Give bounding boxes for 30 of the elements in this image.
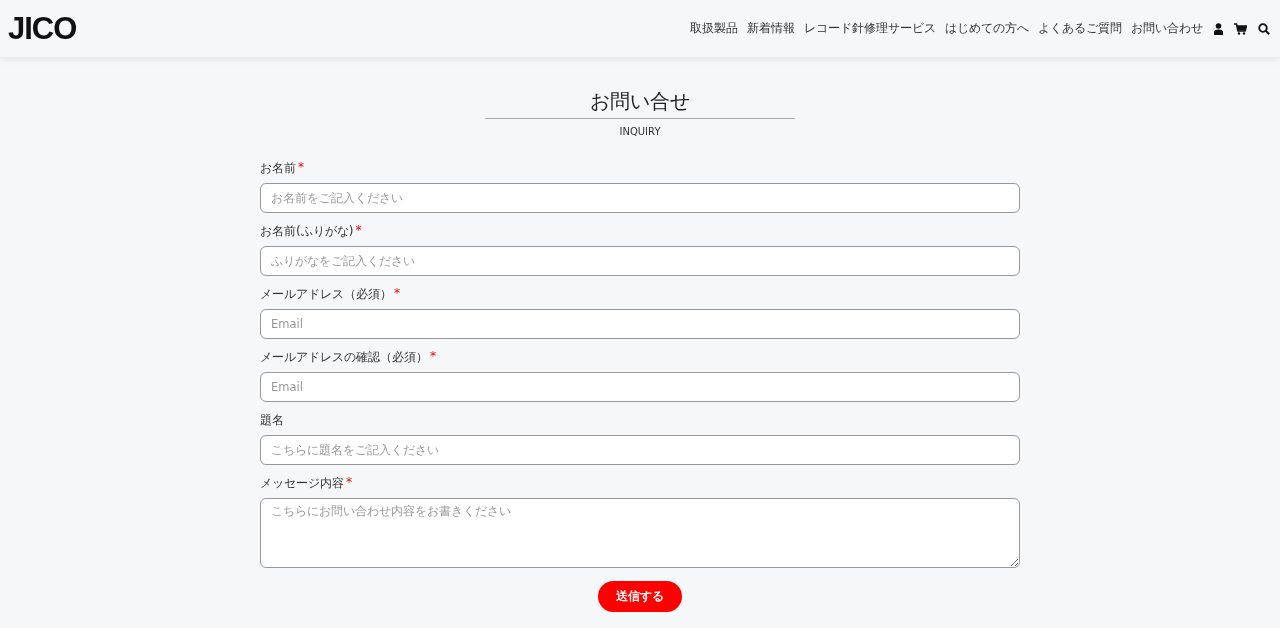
input-field[interactable]: Email	[260, 372, 1020, 402]
logo[interactable]: JICO	[8, 13, 77, 44]
page-title: お問い合せ	[590, 89, 690, 113]
input-field[interactable]: ふりがなをご記入ください	[260, 246, 1020, 276]
message-field[interactable]: こちらにお問い合わせ内容をお書きください	[260, 498, 1020, 568]
submit-button[interactable]: 送信する	[598, 581, 682, 612]
input-field[interactable]: こちらに題名をご記入ください	[260, 435, 1020, 465]
required-mark: *	[430, 349, 436, 365]
nav-link[interactable]: 新着情報	[747, 20, 795, 37]
page-subtitle: INQUIRY	[619, 126, 661, 137]
input-field[interactable]: Email	[260, 309, 1020, 339]
field-label: メールアドレスの確認（必須）	[260, 349, 428, 366]
required-mark: *	[346, 475, 352, 491]
nav-link[interactable]: レコード針修理サービス	[804, 20, 936, 37]
user-icon[interactable]	[1214, 22, 1223, 35]
field-label: 題名	[260, 412, 284, 429]
field-label: メッセージ内容	[260, 475, 344, 492]
nav-link[interactable]: はじめての方へ	[945, 20, 1029, 37]
required-mark: *	[355, 223, 362, 239]
input-field[interactable]: お名前をご記入ください	[260, 183, 1020, 213]
nav-link[interactable]: 取扱製品	[690, 20, 738, 37]
field-label: メールアドレス（必須）	[260, 286, 392, 303]
field-label: お名前	[260, 160, 296, 177]
required-mark: *	[298, 160, 304, 176]
nav-link[interactable]: お問い合わせ	[1131, 20, 1203, 37]
nav-link[interactable]: よくあるご質問	[1038, 20, 1122, 37]
search-icon[interactable]	[1258, 22, 1270, 35]
field-label: お名前(ふりがな)	[260, 223, 354, 240]
cart-icon[interactable]	[1234, 22, 1247, 35]
required-mark: *	[394, 286, 400, 302]
